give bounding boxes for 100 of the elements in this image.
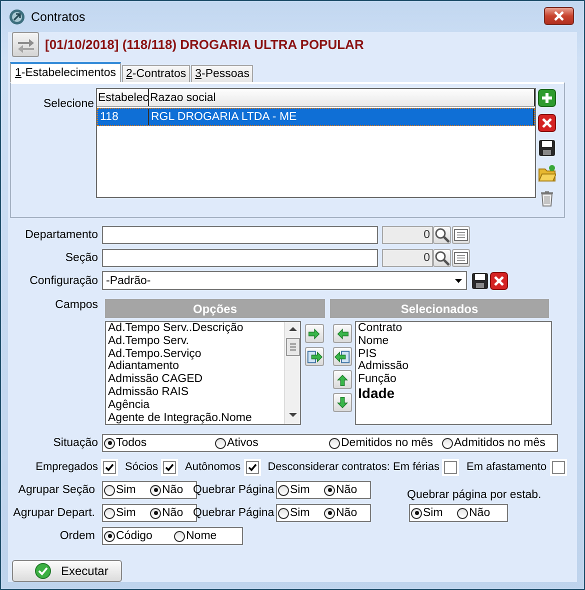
list-item[interactable]: Ad.Tempo Serv.: [108, 334, 282, 348]
radio-button[interactable]: [457, 508, 468, 518]
field-label: Configuração: [28, 274, 98, 286]
tab[interactable]: 3-Pessoas: [191, 65, 254, 82]
field-label: Quebrar Página: [193, 507, 276, 519]
list-item[interactable]: Contrato: [358, 322, 549, 335]
field-label: Selecione: [42, 98, 95, 112]
department-field[interactable]: [102, 226, 378, 244]
option-label[interactable]: Não: [336, 484, 358, 496]
option-label[interactable]: Sim: [116, 484, 136, 496]
code-field[interactable]: 0: [382, 226, 433, 244]
radio-button[interactable]: [215, 438, 226, 448]
option-label[interactable]: Demitidos no mês: [341, 437, 434, 449]
radio-button[interactable]: [411, 508, 422, 518]
remove-all-button[interactable]: [333, 347, 352, 366]
search-button[interactable]: [433, 226, 451, 244]
checkbox[interactable]: [246, 460, 259, 474]
column-header[interactable]: Estabelec: [97, 89, 149, 106]
option-label[interactable]: Sim: [290, 484, 310, 496]
radio-button[interactable]: [278, 508, 289, 518]
option-label[interactable]: Não: [162, 507, 184, 519]
checkbox[interactable]: [103, 460, 116, 474]
move-down-button[interactable]: [333, 393, 352, 412]
save-icon: [470, 272, 488, 290]
list-header: Opções: [105, 299, 325, 318]
option-label[interactable]: Código: [116, 530, 152, 542]
check-circle-icon: [35, 563, 51, 579]
list-item[interactable]: Ad.Tempo Serv..Descrição: [108, 322, 282, 335]
add-field-button[interactable]: [305, 324, 324, 343]
radio-button[interactable]: [104, 438, 115, 448]
table-row[interactable]: 118 RGL DROGARIA LTDA - ME: [97, 108, 535, 126]
save-icon: [538, 138, 556, 156]
list-item[interactable]: PIS: [358, 348, 549, 360]
radio-button[interactable]: [104, 508, 115, 518]
scroll-thumb[interactable]: [286, 338, 300, 356]
caret-icon: [455, 278, 462, 282]
option-label[interactable]: Não: [336, 507, 358, 519]
swap-button[interactable]: [12, 32, 39, 57]
search-button[interactable]: [433, 249, 451, 267]
delete-button[interactable]: [537, 113, 556, 132]
checkbox[interactable]: [552, 460, 565, 474]
delete-button[interactable]: [489, 271, 508, 290]
radio-button[interactable]: [104, 484, 115, 496]
checkbox[interactable]: [163, 460, 176, 474]
list-item[interactable]: Admissão RAIS: [108, 386, 282, 399]
open-button[interactable]: [537, 163, 556, 182]
option-label[interactable]: Nome: [186, 530, 217, 542]
option-label[interactable]: Ativos: [227, 437, 258, 449]
window-title: Contratos: [31, 10, 86, 24]
column-header[interactable]: Razao social: [149, 89, 535, 106]
radio-button[interactable]: [104, 530, 115, 542]
close-icon: [553, 10, 565, 20]
list-item[interactable]: Idade: [358, 386, 549, 401]
scrollbar[interactable]: [284, 322, 300, 424]
plus-icon: [538, 88, 556, 106]
option-label[interactable]: Sim: [116, 507, 136, 519]
list-item[interactable]: Admissão: [358, 360, 549, 374]
save-button[interactable]: [470, 271, 489, 290]
radio-button[interactable]: [150, 484, 161, 496]
code-field[interactable]: 0: [382, 249, 433, 267]
field-label: Agrupar Seção: [17, 484, 96, 496]
radio-button[interactable]: [324, 484, 335, 496]
radio-button[interactable]: [150, 508, 161, 518]
list-item[interactable]: Ad.Tempo.Serviço: [108, 348, 282, 360]
option-label[interactable]: Não: [469, 507, 490, 519]
option-label[interactable]: Sim: [423, 507, 443, 519]
delete-icon: [538, 114, 556, 132]
radio-button[interactable]: [278, 484, 289, 496]
option-label[interactable]: Não: [162, 484, 184, 496]
list-button[interactable]: [452, 226, 470, 244]
run-button[interactable]: Executar: [12, 560, 122, 582]
list-button[interactable]: [452, 249, 470, 267]
list-item[interactable]: Admissão CAGED: [108, 373, 282, 386]
tab[interactable]: 2-Contratos: [122, 65, 190, 82]
list-item[interactable]: Nome: [358, 334, 549, 348]
close-button[interactable]: [544, 6, 574, 24]
list-item[interactable]: Agência: [108, 398, 282, 412]
checkbox-label: Autônomos: [185, 461, 241, 473]
section-field[interactable]: [102, 249, 378, 267]
list-item[interactable]: Agente de Integração.Nome: [108, 412, 282, 424]
move-up-button[interactable]: [333, 370, 352, 389]
add-button[interactable]: [537, 88, 556, 107]
radio-button[interactable]: [324, 508, 335, 518]
list-icon: [453, 251, 469, 265]
save-button[interactable]: [537, 138, 556, 157]
checkbox[interactable]: [444, 460, 458, 474]
field-label: Seção: [64, 252, 98, 264]
list-item[interactable]: Função: [358, 373, 549, 386]
field-label: Departamento: [24, 229, 98, 241]
remove-field-button[interactable]: [333, 324, 352, 343]
radio-button[interactable]: [174, 530, 185, 542]
add-all-button[interactable]: [305, 347, 324, 366]
option-label[interactable]: Sim: [290, 507, 310, 519]
option-label[interactable]: Admitidos no mês: [454, 437, 546, 449]
radio-button[interactable]: [442, 438, 453, 448]
list-item[interactable]: Adiantamento: [108, 360, 282, 374]
radio-button[interactable]: [329, 438, 340, 448]
tab[interactable]: 1-Estabelecimentos: [10, 62, 122, 82]
option-label[interactable]: Todos: [116, 437, 147, 449]
configuration-dropdown[interactable]: -Padrão-: [102, 271, 467, 290]
